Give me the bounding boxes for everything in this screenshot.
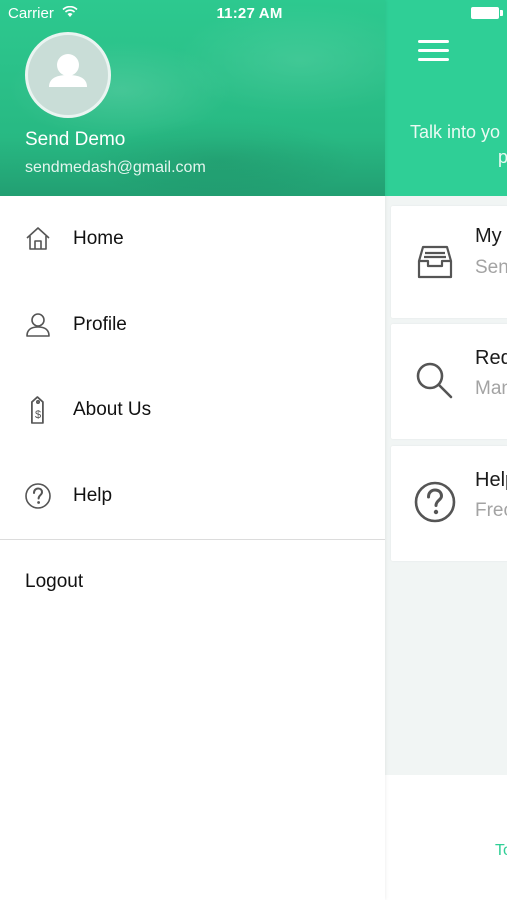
logout-button[interactable]: Logout [25,571,83,593]
person-icon [26,313,50,337]
search-icon [416,362,453,399]
card-subtitle: Frec [475,500,507,521]
user-silhouette-icon [49,54,87,87]
card-requests[interactable]: Req Man [391,324,507,439]
price-tag-icon: $ [31,396,44,424]
question-circle-icon [25,483,51,509]
status-bar: Carrier 11:27 AM [0,0,507,28]
card-title: My S [475,225,507,247]
card-subtitle: Send [475,257,507,278]
inbox-tray-icon [417,245,453,279]
user-name: Send Demo [25,129,126,150]
card-title: Req [475,347,507,369]
menu-label: Profile [73,314,127,335]
battery-icon [471,7,499,19]
divider [0,539,385,540]
menu-label: About Us [73,399,152,420]
card-help[interactable]: Help Frec [391,446,507,561]
user-email: sendmedash@gmail.com [25,159,206,176]
menu-label: Help [73,485,113,506]
main-footer: To [385,775,507,900]
clock: 11:27 AM [216,5,283,22]
card-subtitle: Man [475,378,507,399]
menu-item-about-us[interactable]: $ About Us [0,368,385,453]
card-my-sends[interactable]: My S Send [391,206,507,318]
main-panel: Talk into yo p My S Send Req Man [385,0,507,900]
question-circle-icon [414,481,456,523]
footer-link[interactable]: To [495,842,507,860]
svg-text:$: $ [35,409,41,421]
battery-nub [500,10,503,16]
main-header-text: Talk into yo p [410,120,507,170]
menu-item-help[interactable]: Help [0,454,385,539]
card-title: Help [475,469,507,491]
navigation-drawer: Send Demo sendmedash@gmail.com Home Prof… [0,0,385,900]
main-header: Talk into yo p [385,0,507,196]
hamburger-menu-icon[interactable] [418,40,449,62]
menu-item-profile[interactable]: Profile [0,283,385,368]
menu-label: Home [73,228,124,249]
avatar[interactable] [25,32,111,118]
main-header-text-line1: Talk into yo [410,122,501,142]
drawer-header: Send Demo sendmedash@gmail.com [0,0,385,196]
home-icon [26,227,50,250]
main-header-text-line2: p [498,147,507,167]
menu-item-home[interactable]: Home [0,197,385,282]
